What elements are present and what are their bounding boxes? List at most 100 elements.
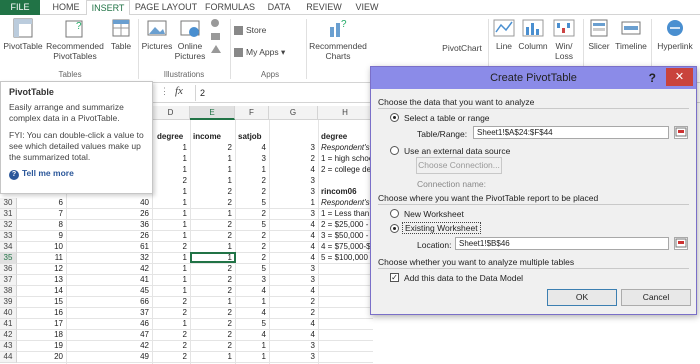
table-cell[interactable] — [321, 319, 371, 330]
cancel-button[interactable]: Cancel — [621, 289, 691, 306]
data-model-checkbox[interactable]: ✓ — [390, 273, 399, 282]
external-source-label[interactable]: Use an external data source — [404, 146, 510, 156]
table-cell[interactable]: 1 — [152, 209, 187, 220]
cell-header-satjob[interactable]: satjob — [238, 132, 262, 143]
table-cell[interactable]: 1 — [269, 198, 315, 209]
sparkline-line-button[interactable]: Line — [492, 17, 516, 51]
pictures-button[interactable]: Pictures — [140, 17, 174, 51]
table-cell[interactable]: 2 — [152, 352, 187, 363]
table-range-collapse-button[interactable] — [674, 126, 688, 139]
table-cell[interactable]: 2 — [152, 341, 187, 352]
row-header[interactable]: 33 — [0, 231, 17, 242]
table-cell[interactable]: 1 — [152, 253, 187, 264]
table-cell[interactable]: 3 — [269, 275, 315, 286]
table-cell[interactable]: 3 — [235, 154, 266, 165]
table-cell[interactable]: 3 — [269, 341, 315, 352]
row-header[interactable]: 30 — [0, 198, 17, 209]
table-cell[interactable]: 5 — [235, 264, 266, 275]
table-cell[interactable]: 5 — [235, 198, 266, 209]
tab-review[interactable]: REVIEW — [300, 0, 348, 15]
table-cell[interactable]: 4 — [269, 165, 315, 176]
table-cell[interactable]: 1 — [152, 154, 187, 165]
table-cell[interactable]: 5 — [235, 220, 266, 231]
column-header-h[interactable]: H — [318, 106, 373, 120]
table-cell[interactable]: 2 — [190, 187, 232, 198]
table-cell[interactable]: 42 — [66, 264, 149, 275]
active-cell-e35[interactable] — [190, 252, 236, 263]
table-cell[interactable]: 2 — [269, 154, 315, 165]
table-cell[interactable]: 2 — [190, 341, 232, 352]
new-worksheet-label[interactable]: New Worksheet — [404, 209, 464, 219]
table-cell[interactable]: 47 — [66, 330, 149, 341]
table-cell[interactable]: rincom06 — [321, 187, 371, 198]
table-cell[interactable]: 1 — [190, 352, 232, 363]
table-cell[interactable]: 46 — [66, 319, 149, 330]
row-header[interactable]: 40 — [0, 308, 17, 319]
table-cell[interactable]: 2 — [190, 264, 232, 275]
table-cell[interactable]: 19 — [17, 341, 63, 352]
table-cell[interactable]: 6 — [17, 198, 63, 209]
dialog-help-button[interactable]: ? — [649, 67, 656, 89]
table-cell[interactable]: 1 — [235, 352, 266, 363]
table-range-input[interactable]: Sheet1!$A$24:$F$44 — [473, 126, 669, 139]
row-header[interactable]: 41 — [0, 319, 17, 330]
table-cell[interactable] — [321, 297, 371, 308]
table-cell[interactable]: 3 — [269, 143, 315, 154]
table-cell[interactable]: 4 — [269, 253, 315, 264]
table-cell[interactable]: 3 — [269, 176, 315, 187]
table-cell[interactable]: 36 — [66, 220, 149, 231]
pivotchart-button[interactable]: PivotChart — [440, 43, 484, 53]
table-cell[interactable]: 1 — [190, 165, 232, 176]
table-cell[interactable]: 1 — [152, 198, 187, 209]
table-cell[interactable]: 5 = $100,000 or — [321, 253, 371, 264]
tab-file[interactable]: FILE — [0, 0, 40, 15]
table-cell[interactable]: 2 — [190, 275, 232, 286]
ok-button[interactable]: OK — [547, 289, 617, 306]
table-cell[interactable]: 3 — [269, 352, 315, 363]
external-source-radio[interactable] — [390, 146, 399, 155]
location-input[interactable]: Sheet1!$B$46 — [455, 237, 669, 250]
cell-header-degree[interactable]: degree — [157, 132, 183, 143]
row-header[interactable]: 44 — [0, 352, 17, 363]
data-model-label[interactable]: Add this data to the Data Model — [404, 273, 523, 283]
sparkline-column-button[interactable]: Column — [518, 17, 548, 51]
table-cell[interactable]: 2 — [235, 242, 266, 253]
table-cell[interactable]: 2 — [152, 242, 187, 253]
table-cell[interactable]: 1 = high schoo — [321, 154, 371, 165]
row-header[interactable]: 35 — [0, 253, 17, 264]
table-cell[interactable]: 40 — [66, 198, 149, 209]
table-cell[interactable]: 3 — [269, 264, 315, 275]
tab-view[interactable]: VIEW — [350, 0, 384, 15]
table-cell[interactable]: 3 — [269, 209, 315, 220]
table-cell[interactable]: 2 — [269, 308, 315, 319]
table-cell[interactable]: 5 — [235, 319, 266, 330]
new-worksheet-radio[interactable] — [390, 209, 399, 218]
table-cell[interactable]: 26 — [66, 231, 149, 242]
table-cell[interactable]: 3 — [235, 275, 266, 286]
table-cell[interactable]: 66 — [66, 297, 149, 308]
table-cell[interactable]: 2 — [190, 231, 232, 242]
table-cell[interactable]: 7 — [17, 209, 63, 220]
column-header-g[interactable]: G — [269, 106, 318, 120]
select-range-label[interactable]: Select a table or range — [404, 113, 490, 123]
table-cell[interactable]: 1 — [152, 165, 187, 176]
table-cell[interactable]: 1 — [190, 176, 232, 187]
row-header[interactable]: 36 — [0, 264, 17, 275]
table-cell[interactable]: 1 — [190, 209, 232, 220]
hyperlink-button[interactable]: Hyperlink — [653, 17, 697, 51]
table-cell[interactable]: 1 — [152, 143, 187, 154]
table-cell[interactable]: 1 — [190, 154, 232, 165]
store-button[interactable]: Store — [234, 25, 278, 36]
table-cell[interactable]: 4 — [235, 143, 266, 154]
existing-worksheet-label[interactable]: Existing Worksheet — [402, 222, 481, 234]
tab-formulas[interactable]: FORMULAS — [202, 0, 258, 15]
formula-cancel-icon[interactable]: ⋮ — [160, 86, 169, 97]
table-cell[interactable]: 2 — [152, 297, 187, 308]
table-cell[interactable]: 1 — [152, 231, 187, 242]
table-cell[interactable]: 61 — [66, 242, 149, 253]
cell-header-degree-note[interactable]: degree — [321, 132, 347, 143]
table-cell[interactable]: 2 — [269, 297, 315, 308]
table-cell[interactable] — [321, 308, 371, 319]
slicer-button[interactable]: Slicer — [586, 17, 612, 51]
table-cell[interactable]: 2 — [235, 209, 266, 220]
